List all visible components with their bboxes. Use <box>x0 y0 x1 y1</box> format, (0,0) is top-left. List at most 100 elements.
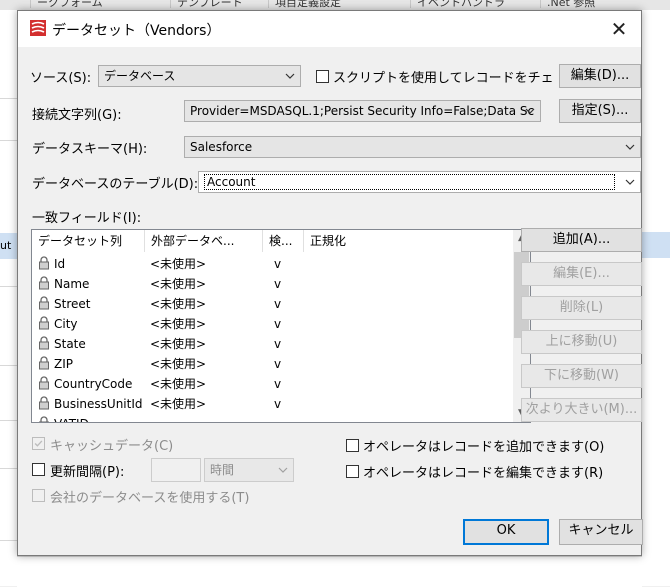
table-row[interactable]: VATID <box>32 414 512 422</box>
field-name: State <box>54 337 86 351</box>
search-flag-cell: v <box>274 337 282 351</box>
table-row[interactable]: ZIP <未使用> v <box>32 354 512 374</box>
script-check-label: スクリプトを使用してレコードをチェック(L) <box>333 71 555 86</box>
search-flag-cell: v <box>274 397 282 411</box>
table-row[interactable]: City <未使用> v <box>32 314 512 334</box>
field-name-cell: Name <box>38 274 89 294</box>
match-fields-label: 一致フィールド(I): <box>32 211 142 226</box>
chevron-down-icon <box>625 179 635 185</box>
cache-data-label: キャッシュデータ(C) <box>50 439 174 454</box>
field-name-cell: BusinessUnitId <box>38 394 143 414</box>
search-flag-cell: v <box>274 377 282 391</box>
operator-edit-checkbox[interactable] <box>346 465 359 478</box>
search-flag-cell: v <box>274 257 282 271</box>
connection-string-select[interactable]: Provider=MSDASQL.1;Persist Security Info… <box>184 100 541 122</box>
bg-tab-0[interactable]: ークフォーム <box>30 0 109 9</box>
refresh-interval-checkbox[interactable] <box>32 463 45 476</box>
chevron-down-icon <box>525 108 535 114</box>
field-name: ZIP <box>54 357 73 371</box>
dialog-title: データセット（Vendors） <box>52 23 221 39</box>
column-header-external-db[interactable]: 外部データベ... <box>145 230 263 252</box>
external-column-cell: <未使用> <box>150 377 207 391</box>
column-header-search[interactable]: 検... <box>263 230 304 252</box>
edit-field-button[interactable]: 編集(E)... <box>521 262 642 286</box>
schema-select[interactable]: Salesforce <box>184 136 641 158</box>
operator-add-label: オペレータはレコードを追加できます(O) <box>363 440 605 455</box>
schema-value: Salesforce <box>190 140 253 154</box>
list-scrollbar[interactable]: ▲ ▼ <box>513 230 530 422</box>
script-check-checkbox[interactable] <box>316 70 329 83</box>
ok-button[interactable]: OK <box>463 519 549 545</box>
background-bottom-panel <box>17 556 642 587</box>
bg-left-selected-row: ut - <box>0 233 17 259</box>
external-column-cell: <未使用> <box>150 397 207 411</box>
schema-label: データスキーマ(H): <box>32 142 148 157</box>
bg-tab-2[interactable]: 項目定義設定 <box>268 0 347 9</box>
chevron-down-icon <box>278 467 288 473</box>
delete-field-button[interactable]: 削除(L) <box>521 296 642 320</box>
refresh-interval-label: 更新間隔(P): <box>50 465 125 480</box>
table-row[interactable]: BusinessUnitId <未使用> v <box>32 394 512 414</box>
chevron-down-icon <box>625 144 635 150</box>
table-row[interactable]: State <未使用> v <box>32 334 512 354</box>
table-row[interactable]: CountryCode <未使用> v <box>32 374 512 394</box>
field-name-cell: State <box>38 334 86 354</box>
lock-icon <box>38 416 54 422</box>
cache-data-checkbox[interactable] <box>32 437 45 450</box>
move-down-button[interactable]: 下に移動(W) <box>521 364 642 388</box>
chevron-down-icon <box>285 73 295 79</box>
field-name-cell: Id <box>38 254 65 274</box>
field-name: VATID <box>54 417 89 422</box>
match-fields-list[interactable]: データセット列 外部データベ... 検... 正規化 Id <未使用> v Name <… <box>31 229 531 423</box>
move-up-button[interactable]: 上に移動(U) <box>521 330 642 354</box>
source-select[interactable]: データベース <box>98 65 301 87</box>
app-logo-icon <box>30 20 46 36</box>
lock-icon <box>38 396 54 411</box>
search-flag-cell: v <box>274 297 282 311</box>
list-header: データセット列 外部データベ... 検... 正規化 <box>32 230 512 252</box>
refresh-interval-input[interactable] <box>151 458 201 482</box>
close-icon[interactable]: ✕ <box>597 11 641 47</box>
table-row[interactable]: Name <未使用> v <box>32 274 512 294</box>
source-value: データベース <box>104 69 176 83</box>
refresh-unit-select[interactable]: 時間 <box>204 458 294 482</box>
dataset-dialog: データセット（Vendors） ✕ ソース(S): データベース スクリプトを使… <box>17 10 643 556</box>
column-header-normalize[interactable]: 正規化 <box>304 230 414 252</box>
operator-edit-label: オペレータはレコードを編集できます(R) <box>363 466 604 481</box>
edit-script-button[interactable]: 編集(D)... <box>559 64 641 88</box>
lock-icon <box>38 276 54 291</box>
add-field-button[interactable]: 追加(A)... <box>521 228 642 252</box>
bg-tab-4[interactable]: .Net 参照 <box>540 0 601 9</box>
title-bar: データセット（Vendors） ✕ <box>18 11 641 47</box>
specify-button[interactable]: 指定(S)... <box>559 99 641 123</box>
company-db-checkbox[interactable] <box>32 489 45 502</box>
search-flag-cell: v <box>274 277 282 291</box>
company-db-label: 会社のデータベースを使用する(T) <box>50 491 250 506</box>
table-row[interactable]: Street <未使用> v <box>32 294 512 314</box>
lock-icon <box>38 316 54 331</box>
field-name: BusinessUnitId <box>54 397 143 411</box>
column-header-dataset-column[interactable]: データセット列 <box>32 230 145 252</box>
cancel-button[interactable]: キャンセル <box>559 519 643 545</box>
external-column-cell: <未使用> <box>150 357 207 371</box>
operator-add-checkbox[interactable] <box>346 439 359 452</box>
table-select[interactable]: Account <box>198 171 641 193</box>
search-flag-cell: v <box>274 317 282 331</box>
external-column-cell: <未使用> <box>150 337 207 351</box>
external-column-cell: <未使用> <box>150 317 207 331</box>
field-name-cell: Street <box>38 294 90 314</box>
next-larger-button[interactable]: 次より大きい(M)... <box>521 398 642 422</box>
table-value: Account <box>204 174 615 190</box>
bg-tab-1[interactable]: テンプレート <box>170 0 249 9</box>
refresh-unit-value: 時間 <box>210 463 235 477</box>
table-row[interactable]: Id <未使用> v <box>32 254 512 274</box>
lock-icon <box>38 356 54 371</box>
external-column-cell: <未使用> <box>150 297 207 311</box>
lock-icon <box>38 376 54 391</box>
bg-tab-3[interactable]: イベントハンドラ <box>410 0 511 9</box>
lock-icon <box>38 256 54 271</box>
background-left-panel: ut - <box>0 10 18 586</box>
external-column-cell: <未使用> <box>150 257 207 271</box>
field-name: City <box>54 317 78 331</box>
search-flag-cell: v <box>274 357 282 371</box>
